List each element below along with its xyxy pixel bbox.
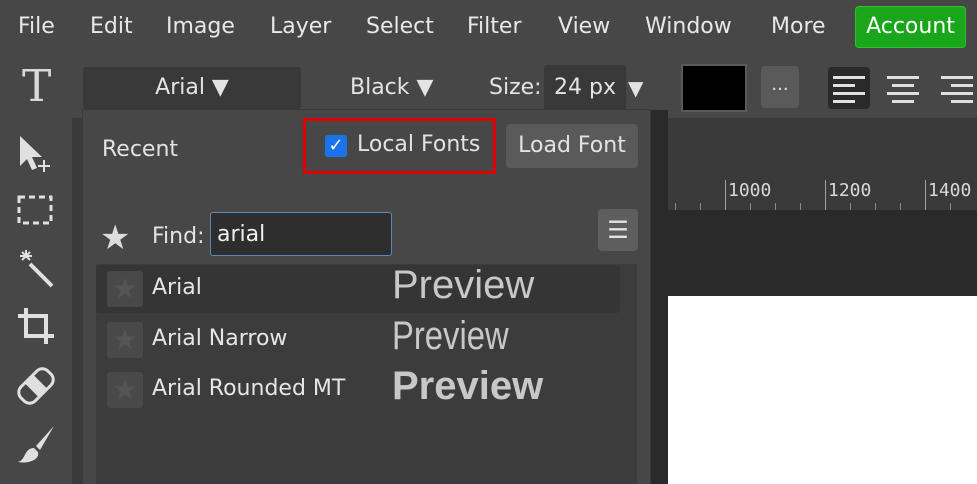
find-label: Find: <box>152 224 205 249</box>
font-row-arial[interactable]: ★ Arial Preview <box>96 263 620 313</box>
font-row-arial-narrow[interactable]: ★ Arial Narrow Preview <box>96 314 620 364</box>
ruler-tick <box>700 203 701 210</box>
menu-view[interactable]: View <box>558 13 610 41</box>
type-tool-icon: T <box>22 61 52 112</box>
font-name: Arial <box>152 275 202 300</box>
magic-wand-tool-button[interactable] <box>14 246 60 292</box>
local-fonts-checkbox[interactable]: ✓ <box>325 135 347 157</box>
favorites-star-icon[interactable]: ★ <box>100 220 130 256</box>
align-right-button[interactable] <box>936 67 977 109</box>
ruler-label: 1400 <box>928 180 972 201</box>
ruler-tick <box>725 180 726 210</box>
marquee-tool-button[interactable] <box>14 188 60 234</box>
align-right-icon <box>941 76 973 108</box>
more-options-button[interactable]: ... <box>761 66 799 108</box>
ruler-tick <box>825 180 826 210</box>
text-color-swatch[interactable] <box>683 66 745 110</box>
brush-icon <box>18 426 54 463</box>
font-list-scrollbar[interactable] <box>650 110 668 484</box>
align-center-button[interactable] <box>882 67 924 109</box>
account-button[interactable]: Account <box>855 6 966 48</box>
font-weight-dropdown[interactable]: Black ▼ <box>350 67 433 109</box>
ruler-tick <box>900 203 901 210</box>
healing-tool-button[interactable] <box>14 364 60 410</box>
font-size-input[interactable]: 24 px <box>544 65 626 111</box>
menu-file[interactable]: File <box>18 13 55 41</box>
font-row-arial-rounded-mt[interactable]: ★ Arial Rounded MT Preview <box>96 364 620 414</box>
menu-window[interactable]: Window <box>645 13 732 41</box>
size-label: Size: <box>489 75 542 100</box>
menu-select[interactable]: Select <box>366 13 434 41</box>
move-tool-icon <box>20 136 50 172</box>
ruler-tick <box>750 203 751 210</box>
font-name: Arial Narrow <box>152 326 288 351</box>
tools-panel <box>0 118 72 484</box>
ruler-tick <box>925 180 926 210</box>
magic-wand-icon <box>20 250 54 288</box>
menu-layer[interactable]: Layer <box>270 13 331 41</box>
font-search-input[interactable] <box>210 212 392 256</box>
font-preview: Preview <box>392 364 544 408</box>
load-font-button[interactable]: Load Font <box>506 124 638 168</box>
align-left-button[interactable] <box>828 67 870 109</box>
ruler-tick <box>675 203 676 210</box>
font-preview: Preview <box>392 314 509 358</box>
canvas-background <box>668 210 977 296</box>
tool-options-bar: T Arial ▼ Black ▼ Size: 24 px ▼ ... <box>0 54 977 118</box>
brush-tool-button[interactable] <box>14 422 60 468</box>
recent-tab[interactable]: Recent <box>102 137 178 162</box>
local-fonts-label[interactable]: Local Fonts <box>357 132 480 157</box>
ruler-label: 1200 <box>828 180 872 201</box>
menu-bar: File Edit Image Layer Select Filter View… <box>0 0 977 54</box>
ruler-tick <box>875 203 876 210</box>
align-left-icon <box>833 76 865 108</box>
size-dropdown-icon[interactable]: ▼ <box>628 67 643 109</box>
font-list-menu-button[interactable]: ☰ <box>598 209 638 251</box>
favorite-star-icon[interactable]: ★ <box>107 322 143 358</box>
crop-icon <box>18 308 54 344</box>
menu-image[interactable]: Image <box>166 13 235 41</box>
ruler-tick <box>850 203 851 210</box>
crop-tool-button[interactable] <box>14 304 60 350</box>
menu-edit[interactable]: Edit <box>90 13 133 41</box>
ruler-tick <box>775 203 776 210</box>
marquee-select-icon <box>17 195 53 225</box>
menu-more[interactable]: More <box>771 13 826 41</box>
document-canvas[interactable] <box>668 296 977 484</box>
font-preview: Preview <box>392 263 535 307</box>
favorite-star-icon[interactable]: ★ <box>107 271 143 307</box>
ruler-tick <box>950 203 951 210</box>
font-name: Arial Rounded MT <box>152 376 346 401</box>
font-family-dropdown[interactable]: Arial ▼ <box>83 67 301 109</box>
ruler-tick <box>800 203 801 210</box>
align-center-icon <box>887 76 919 108</box>
ruler-label: 1000 <box>728 180 772 201</box>
move-tool-button[interactable] <box>14 132 60 178</box>
healing-brush-icon <box>17 367 55 405</box>
favorite-star-icon[interactable]: ★ <box>107 372 143 408</box>
menu-filter[interactable]: Filter <box>467 13 521 41</box>
